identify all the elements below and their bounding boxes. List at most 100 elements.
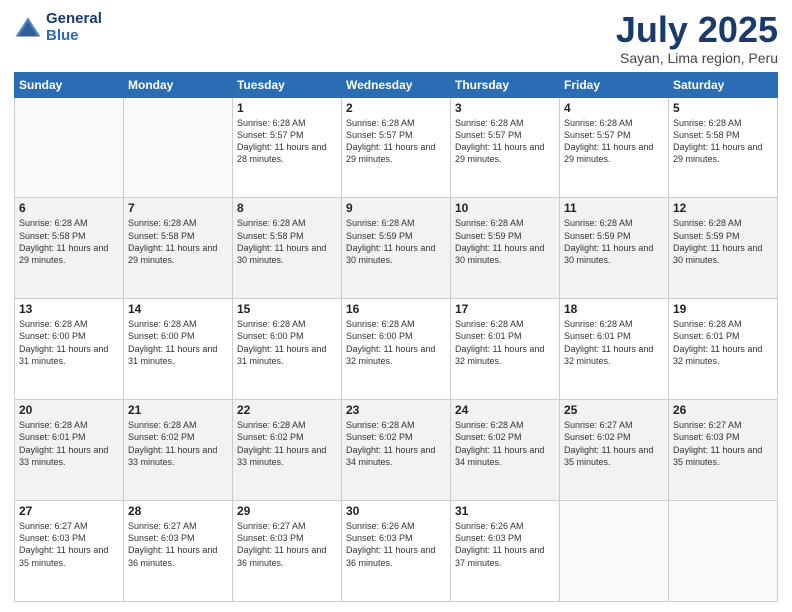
- day-number: 26: [673, 403, 773, 417]
- day-number: 13: [19, 302, 119, 316]
- calendar-table: Sunday Monday Tuesday Wednesday Thursday…: [14, 72, 778, 602]
- table-row: 30 Sunrise: 6:26 AMSunset: 6:03 PMDayligh…: [342, 501, 451, 602]
- header: General Blue July 2025 Sayan, Lima regio…: [14, 10, 778, 66]
- day-number: 23: [346, 403, 446, 417]
- day-number: 31: [455, 504, 555, 518]
- cell-info: Sunrise: 6:28 AMSunset: 6:02 PMDaylight:…: [237, 419, 337, 468]
- table-row: 19 Sunrise: 6:28 AMSunset: 6:01 PMDayligh…: [669, 299, 778, 400]
- day-number: 27: [19, 504, 119, 518]
- table-row: 16Sunrise: 6:28 AMSunset: 6:00 PMDayligh…: [342, 299, 451, 400]
- table-row: 31Sunrise: 6:26 AMSunset: 6:03 PMDayligh…: [451, 501, 560, 602]
- day-number: 16: [346, 302, 446, 316]
- table-row: 27 Sunrise: 6:27 AMSunset: 6:03 PMDayligh…: [15, 501, 124, 602]
- cell-info: Sunrise: 6:28 AMSunset: 6:00 PMDaylight:…: [237, 318, 337, 367]
- table-row: 4 Sunrise: 6:28 AMSunset: 5:57 PMDaylight…: [560, 97, 669, 198]
- day-number: 30: [346, 504, 446, 518]
- cell-info: Sunrise: 6:28 AMSunset: 6:02 PMDaylight:…: [455, 419, 555, 468]
- day-number: 15: [237, 302, 337, 316]
- calendar-week-row: 13 Sunrise: 6:28 AMSunset: 6:00 PMDayligh…: [15, 299, 778, 400]
- table-row: 15 Sunrise: 6:28 AMSunset: 6:00 PMDayligh…: [233, 299, 342, 400]
- cell-info: Sunrise: 6:26 AMSunset: 6:03 PMDaylight:…: [346, 520, 446, 569]
- calendar-week-row: 6 Sunrise: 6:28 AMSunset: 5:58 PMDaylight…: [15, 198, 778, 299]
- day-number: 12: [673, 201, 773, 215]
- cell-info: Sunrise: 6:28 AMSunset: 6:00 PMDaylight:…: [19, 318, 119, 367]
- cell-info: Sunrise: 6:28 AMSunset: 5:57 PMDaylight:…: [564, 117, 664, 166]
- day-number: 7: [128, 201, 228, 215]
- page: General Blue July 2025 Sayan, Lima regio…: [0, 0, 792, 612]
- table-row: 3Sunrise: 6:28 AMSunset: 5:57 PMDaylight…: [451, 97, 560, 198]
- table-row: 21Sunrise: 6:28 AMSunset: 6:02 PMDayligh…: [124, 400, 233, 501]
- col-monday: Monday: [124, 72, 233, 97]
- day-number: 22: [237, 403, 337, 417]
- cell-info: Sunrise: 6:28 AMSunset: 5:57 PMDaylight:…: [346, 117, 446, 166]
- day-number: 14: [128, 302, 228, 316]
- table-row: 10 Sunrise: 6:28 AMSunset: 5:59 PMDayligh…: [451, 198, 560, 299]
- day-number: 8: [237, 201, 337, 215]
- col-thursday: Thursday: [451, 72, 560, 97]
- cell-info: Sunrise: 6:27 AMSunset: 6:02 PMDaylight:…: [564, 419, 664, 468]
- day-number: 19: [673, 302, 773, 316]
- table-row: 6Sunrise: 6:28 AMSunset: 5:58 PMDaylight…: [15, 198, 124, 299]
- calendar-week-row: 27 Sunrise: 6:27 AMSunset: 6:03 PMDayligh…: [15, 501, 778, 602]
- table-row: 11Sunrise: 6:28 AMSunset: 5:59 PMDayligh…: [560, 198, 669, 299]
- cell-info: Sunrise: 6:28 AMSunset: 5:59 PMDaylight:…: [455, 217, 555, 266]
- cell-info: Sunrise: 6:28 AMSunset: 5:58 PMDaylight:…: [237, 217, 337, 266]
- cell-info: Sunrise: 6:28 AMSunset: 6:01 PMDaylight:…: [455, 318, 555, 367]
- table-row: 18Sunrise: 6:28 AMSunset: 6:01 PMDayligh…: [560, 299, 669, 400]
- col-friday: Friday: [560, 72, 669, 97]
- day-number: 1: [237, 101, 337, 115]
- calendar-header-row: Sunday Monday Tuesday Wednesday Thursday…: [15, 72, 778, 97]
- cell-info: Sunrise: 6:28 AMSunset: 5:58 PMDaylight:…: [128, 217, 228, 266]
- table-row: 2Sunrise: 6:28 AMSunset: 5:57 PMDaylight…: [342, 97, 451, 198]
- table-row: 20Sunrise: 6:28 AMSunset: 6:01 PMDayligh…: [15, 400, 124, 501]
- cell-info: Sunrise: 6:28 AMSunset: 5:59 PMDaylight:…: [346, 217, 446, 266]
- day-number: 29: [237, 504, 337, 518]
- day-number: 4: [564, 101, 664, 115]
- table-row: [560, 501, 669, 602]
- col-sunday: Sunday: [15, 72, 124, 97]
- table-row: 23 Sunrise: 6:28 AMSunset: 6:02 PMDayligh…: [342, 400, 451, 501]
- cell-info: Sunrise: 6:28 AMSunset: 5:58 PMDaylight:…: [673, 117, 773, 166]
- table-row: 24 Sunrise: 6:28 AMSunset: 6:02 PMDayligh…: [451, 400, 560, 501]
- table-row: 8 Sunrise: 6:28 AMSunset: 5:58 PMDaylight…: [233, 198, 342, 299]
- table-row: 9 Sunrise: 6:28 AMSunset: 5:59 PMDaylight…: [342, 198, 451, 299]
- table-row: [15, 97, 124, 198]
- cell-info: Sunrise: 6:27 AMSunset: 6:03 PMDaylight:…: [19, 520, 119, 569]
- table-row: 25 Sunrise: 6:27 AMSunset: 6:02 PMDayligh…: [560, 400, 669, 501]
- table-row: 26 Sunrise: 6:27 AMSunset: 6:03 PMDayligh…: [669, 400, 778, 501]
- table-row: 7 Sunrise: 6:28 AMSunset: 5:58 PMDaylight…: [124, 198, 233, 299]
- day-number: 9: [346, 201, 446, 215]
- cell-info: Sunrise: 6:28 AMSunset: 5:57 PMDaylight:…: [237, 117, 337, 166]
- col-tuesday: Tuesday: [233, 72, 342, 97]
- table-row: [124, 97, 233, 198]
- calendar-week-row: 20Sunrise: 6:28 AMSunset: 6:01 PMDayligh…: [15, 400, 778, 501]
- day-number: 3: [455, 101, 555, 115]
- col-saturday: Saturday: [669, 72, 778, 97]
- day-number: 6: [19, 201, 119, 215]
- cell-info: Sunrise: 6:27 AMSunset: 6:03 PMDaylight:…: [673, 419, 773, 468]
- cell-info: Sunrise: 6:28 AMSunset: 6:00 PMDaylight:…: [128, 318, 228, 367]
- day-number: 21: [128, 403, 228, 417]
- day-number: 28: [128, 504, 228, 518]
- day-number: 10: [455, 201, 555, 215]
- cell-info: Sunrise: 6:28 AMSunset: 6:02 PMDaylight:…: [346, 419, 446, 468]
- table-row: [669, 501, 778, 602]
- table-row: 12 Sunrise: 6:28 AMSunset: 5:59 PMDayligh…: [669, 198, 778, 299]
- table-row: 28 Sunrise: 6:27 AMSunset: 6:03 PMDayligh…: [124, 501, 233, 602]
- day-number: 25: [564, 403, 664, 417]
- table-row: 29 Sunrise: 6:27 AMSunset: 6:03 PMDayligh…: [233, 501, 342, 602]
- cell-info: Sunrise: 6:27 AMSunset: 6:03 PMDaylight:…: [128, 520, 228, 569]
- location: Sayan, Lima region, Peru: [616, 50, 778, 66]
- cell-info: Sunrise: 6:28 AMSunset: 6:01 PMDaylight:…: [564, 318, 664, 367]
- cell-info: Sunrise: 6:28 AMSunset: 5:59 PMDaylight:…: [673, 217, 773, 266]
- table-row: 1 Sunrise: 6:28 AMSunset: 5:57 PMDaylight…: [233, 97, 342, 198]
- table-row: 13 Sunrise: 6:28 AMSunset: 6:00 PMDayligh…: [15, 299, 124, 400]
- day-number: 24: [455, 403, 555, 417]
- month-title: July 2025: [616, 10, 778, 50]
- cell-info: Sunrise: 6:28 AMSunset: 5:59 PMDaylight:…: [564, 217, 664, 266]
- cell-info: Sunrise: 6:27 AMSunset: 6:03 PMDaylight:…: [237, 520, 337, 569]
- cell-info: Sunrise: 6:28 AMSunset: 6:01 PMDaylight:…: [673, 318, 773, 367]
- logo-icon: [14, 16, 42, 38]
- table-row: 14 Sunrise: 6:28 AMSunset: 6:00 PMDayligh…: [124, 299, 233, 400]
- logo: General Blue: [14, 10, 102, 44]
